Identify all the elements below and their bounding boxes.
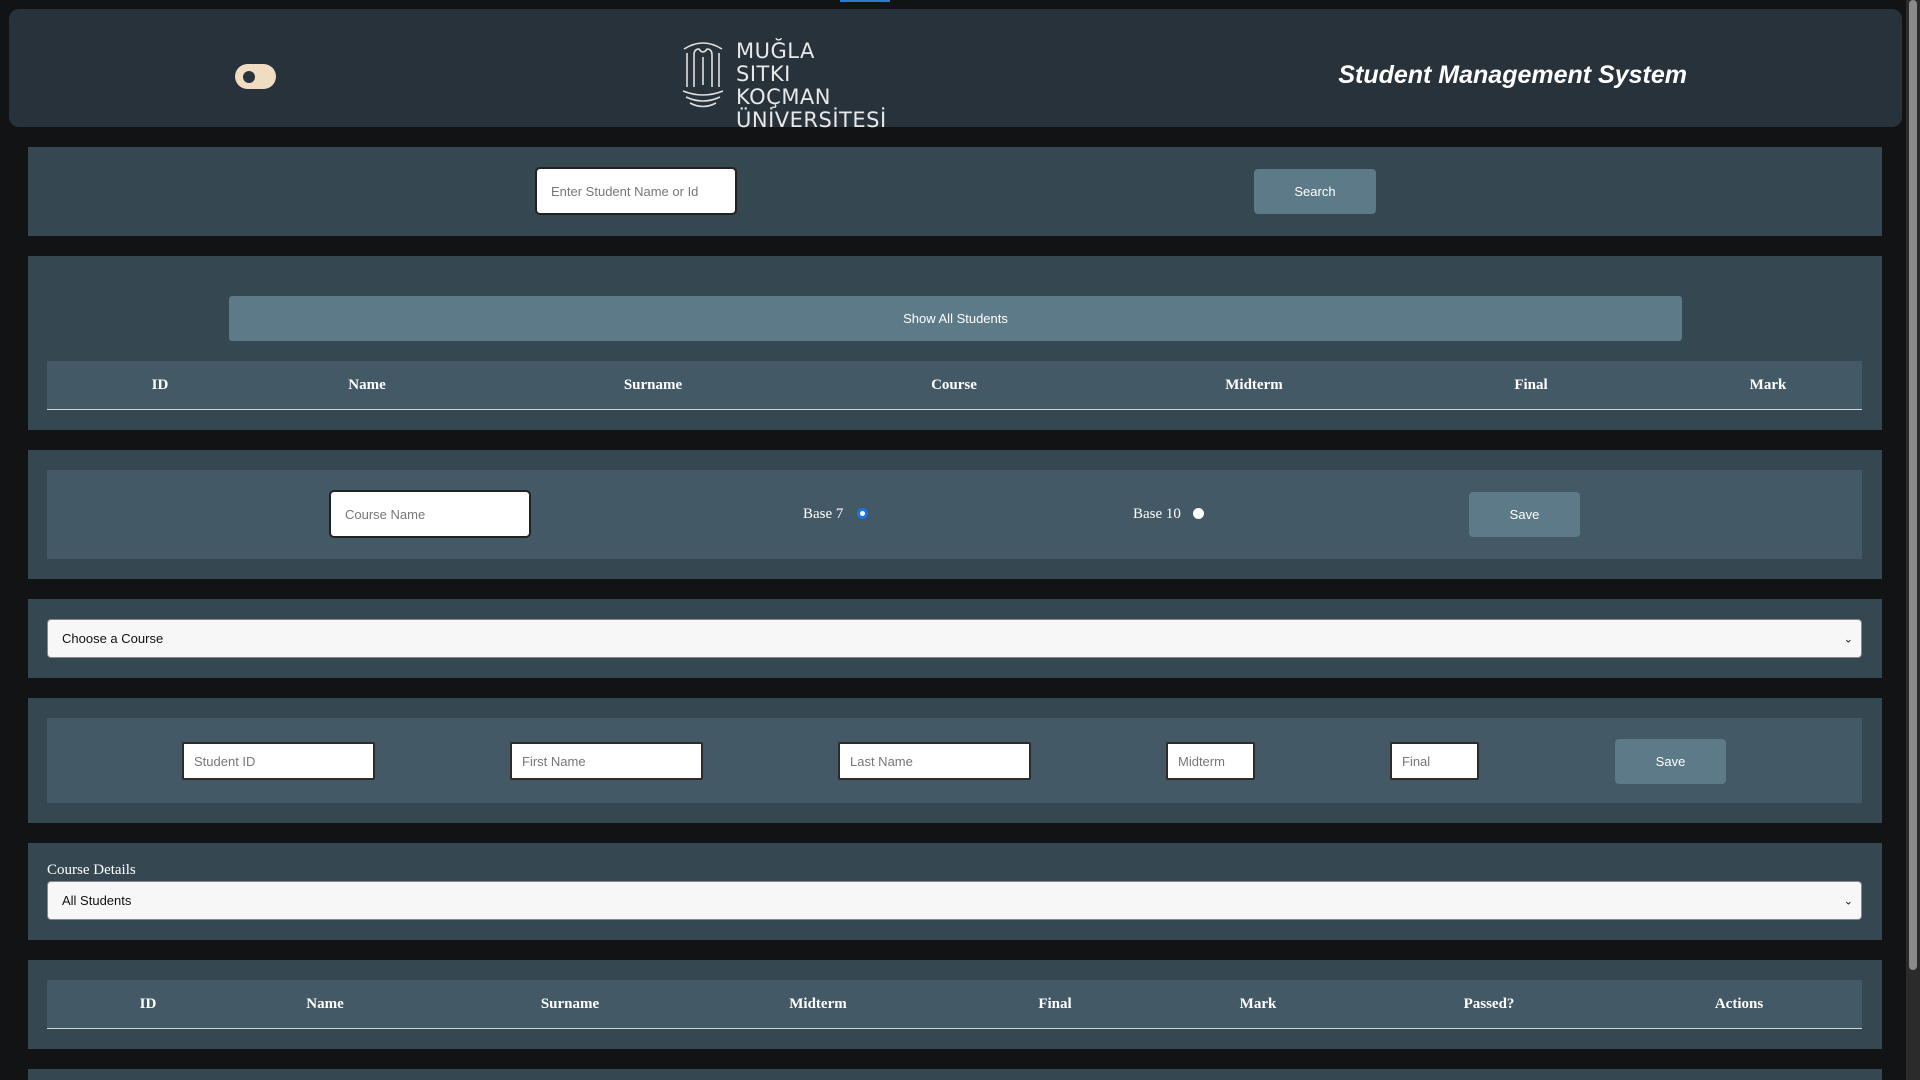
last-name-input[interactable] [838,742,1031,780]
university-emblem-icon [682,42,724,108]
app-title: Student Management System [1338,61,1687,89]
column-passed: Passed? [1463,995,1515,1012]
logo-line-2: SITKI KOÇMAN [736,62,832,109]
university-name: MUĞLA SITKI KOÇMAN ÜNİVERSİTESİ [736,40,887,132]
save-course-button[interactable]: Save [1469,492,1580,537]
theme-toggle[interactable] [235,64,276,89]
student-filter-value: All Students [62,893,132,908]
chevron-down-icon: ⌄ [1843,633,1853,645]
column-midterm: Midterm [789,995,847,1012]
show-all-students-button[interactable]: Show All Students [229,296,1682,341]
course-details-label: Course Details [47,862,136,878]
course-name-input[interactable] [329,490,531,538]
column-id: ID [151,376,169,393]
course-details-table-panel: ID Name Surname Midterm Final Mark Passe… [28,960,1882,1049]
student-filter-select[interactable]: All Students ⌄ [47,881,1862,920]
column-actions: Actions [1714,995,1764,1012]
student-search-input[interactable] [535,167,737,215]
save-student-button[interactable]: Save [1615,739,1726,784]
base10-label: Base 10 [1133,506,1181,522]
course-form-panel: Base 7 Base 10 Save [28,450,1882,579]
page-scrollbar[interactable] [1906,0,1920,1080]
course-select-panel: Choose a Course ⌄ [28,599,1882,678]
chevron-down-icon: ⌄ [1843,895,1853,907]
column-name: Name [348,376,386,393]
base7-label: Base 7 [803,506,844,522]
active-tab-indicator [840,0,890,2]
column-mark: Mark [1749,376,1787,393]
search-button[interactable]: Search [1254,169,1376,214]
midterm-input[interactable] [1166,742,1255,780]
course-details-table-header: ID Name Surname Midterm Final Mark Passe… [47,980,1862,1029]
students-table-header: ID Name Surname Course Midterm Final Mar… [47,361,1862,410]
first-name-input[interactable] [510,742,703,780]
course-details-panel: Course Details All Students ⌄ [28,843,1882,940]
logo-line-1: MUĞLA [736,39,815,63]
course-select[interactable]: Choose a Course ⌄ [47,619,1862,658]
university-logo: MUĞLA SITKI KOÇMAN ÜNİVERSİTESİ [680,35,886,132]
column-surname: Surname [540,995,600,1012]
search-panel: Search [28,147,1882,236]
column-name: Name [306,995,344,1012]
column-midterm: Midterm [1225,376,1283,393]
base7-radio[interactable] [857,508,868,519]
final-input[interactable] [1390,742,1479,780]
column-course: Course [931,376,977,393]
logo-line-3: ÜNİVERSİTESİ [736,108,887,132]
student-form-row: Save [47,718,1862,803]
column-mark: Mark [1239,995,1277,1012]
column-final: Final [1514,376,1548,393]
next-panel [28,1069,1882,1080]
base10-radio[interactable] [1193,508,1204,519]
column-id: ID [139,995,157,1012]
column-surname: Surname [623,376,683,393]
app-header: MUĞLA SITKI KOÇMAN ÜNİVERSİTESİ Student … [9,9,1902,132]
student-id-input[interactable] [182,742,375,780]
column-final: Final [1038,995,1072,1012]
toggle-knob [243,71,255,83]
students-panel: Show All Students ID Name Surname Course… [28,256,1882,430]
course-select-value: Choose a Course [62,631,164,646]
course-form-row: Base 7 Base 10 Save [47,470,1862,559]
student-form-panel: Save [28,698,1882,823]
scrollbar-thumb[interactable] [1909,0,1917,970]
